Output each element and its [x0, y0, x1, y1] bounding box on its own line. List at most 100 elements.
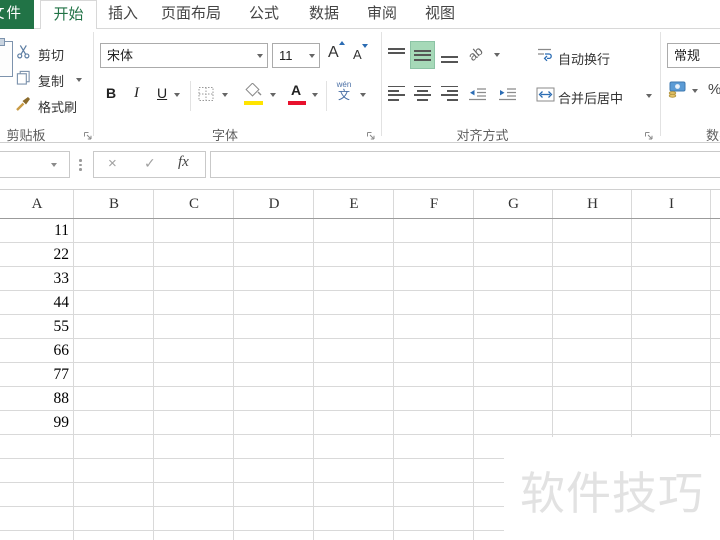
grid-column-line: [473, 190, 474, 540]
table-row[interactable]: 99: [0, 411, 720, 435]
cell-A9[interactable]: 99: [0, 411, 70, 435]
accounting-format-button[interactable]: [667, 81, 686, 103]
col-header-I[interactable]: I: [632, 190, 711, 218]
table-row[interactable]: 77: [0, 363, 720, 387]
number-format-value: 常规: [674, 48, 701, 63]
fill-color-button[interactable]: [244, 82, 264, 105]
phonetic-guide-button[interactable]: wén 文: [334, 81, 354, 102]
phonetic-caret[interactable]: [360, 93, 366, 97]
underline-button[interactable]: U: [157, 85, 167, 101]
italic-button[interactable]: I: [134, 85, 139, 102]
table-row[interactable]: 33: [0, 267, 720, 291]
font-size-combobox[interactable]: 11: [272, 43, 320, 68]
tab-page-layout[interactable]: 页面布局: [152, 0, 230, 28]
alignment-dialog-launcher-icon[interactable]: [644, 128, 654, 140]
align-top-button[interactable]: [384, 41, 409, 69]
watermark-text: 软件技巧: [519, 467, 704, 519]
grid-column-line: [313, 190, 314, 540]
align-bottom-button[interactable]: [437, 41, 462, 69]
tab-home[interactable]: 开始: [40, 0, 97, 29]
excel-window: 文件 开始 插入 页面布局 公式 数据 审阅 视图 剪切 复制 格式刷 剪贴板: [0, 0, 720, 540]
cell-A5[interactable]: 55: [0, 315, 70, 339]
borders-icon[interactable]: [198, 86, 215, 108]
underline-caret[interactable]: [174, 93, 180, 97]
cell-A2[interactable]: 22: [0, 243, 70, 267]
tab-view[interactable]: 视图: [416, 0, 464, 28]
formula-bar-resize-handle[interactable]: [79, 157, 82, 173]
tab-review[interactable]: 审阅: [358, 0, 406, 28]
bold-button[interactable]: B: [106, 85, 116, 101]
paste-button-partial[interactable]: [0, 41, 13, 77]
font-color-button[interactable]: A: [288, 82, 306, 105]
table-row[interactable]: 88: [0, 387, 720, 411]
enter-icon[interactable]: ✓: [144, 155, 156, 172]
cancel-icon[interactable]: ×: [108, 155, 117, 172]
table-row[interactable]: 44: [0, 291, 720, 315]
cell-A3[interactable]: 33: [0, 267, 70, 291]
align-center-button[interactable]: [410, 79, 435, 107]
orientation-caret[interactable]: [494, 53, 500, 57]
col-header-A[interactable]: A: [0, 190, 74, 218]
col-header-E[interactable]: E: [314, 190, 394, 218]
decrease-indent-button[interactable]: [468, 87, 487, 107]
align-left-button[interactable]: [384, 79, 409, 107]
name-box-caret[interactable]: [51, 163, 57, 167]
fill-color-caret[interactable]: [270, 93, 276, 97]
col-header-B[interactable]: B: [74, 190, 154, 218]
font-group-label: 字体: [211, 128, 238, 143]
font-size-value: 11: [279, 48, 293, 63]
merge-center-button[interactable]: 合并后居中: [558, 88, 623, 107]
tab-data[interactable]: 数据: [300, 0, 348, 28]
font-dialog-launcher-icon[interactable]: [366, 128, 376, 140]
cell-A4[interactable]: 44: [0, 291, 70, 315]
insert-function-icon[interactable]: fx: [178, 154, 189, 171]
copy-dropdown-caret[interactable]: [76, 78, 82, 82]
col-header-F[interactable]: F: [394, 190, 474, 218]
wrap-text-button[interactable]: 自动换行: [558, 49, 610, 68]
percent-style-button[interactable]: %: [708, 81, 720, 98]
copy-button[interactable]: 复制: [38, 71, 64, 90]
number-group-label: 数字: [706, 128, 720, 143]
font-name-caret[interactable]: [257, 54, 263, 58]
clipboard-dialog-launcher-icon[interactable]: [83, 128, 93, 140]
cell-A6[interactable]: 66: [0, 339, 70, 363]
alignment-group-label: 对齐方式: [456, 128, 509, 143]
accounting-caret[interactable]: [692, 89, 698, 93]
cell-A7[interactable]: 77: [0, 363, 70, 387]
font-name-combobox[interactable]: 宋体: [100, 43, 268, 68]
align-right-button[interactable]: [437, 79, 462, 107]
col-header-D[interactable]: D: [234, 190, 314, 218]
table-row[interactable]: 22: [0, 243, 720, 267]
font-color-caret[interactable]: [312, 93, 318, 97]
cell-A8[interactable]: 88: [0, 387, 70, 411]
align-middle-button[interactable]: [410, 41, 435, 69]
tab-file[interactable]: 文件: [0, 0, 34, 29]
watermark: 软件技巧: [504, 437, 720, 540]
grid-column-line: [233, 190, 234, 540]
number-format-combobox[interactable]: 常规: [667, 43, 720, 68]
table-row[interactable]: 66: [0, 339, 720, 363]
font-color-swatch: [288, 101, 306, 105]
col-header-C[interactable]: C: [154, 190, 234, 218]
group-separator: [381, 32, 382, 136]
shrink-font-button[interactable]: A: [353, 44, 368, 62]
cut-button[interactable]: 剪切: [38, 45, 64, 64]
merge-center-caret[interactable]: [646, 94, 652, 98]
col-header-H[interactable]: H: [553, 190, 632, 218]
name-box[interactable]: [0, 151, 70, 178]
tab-formulas[interactable]: 公式: [240, 0, 288, 28]
grow-font-button[interactable]: A: [328, 41, 345, 62]
cell-A1[interactable]: 11: [0, 219, 69, 243]
increase-indent-button[interactable]: [498, 87, 517, 107]
group-separator: [660, 32, 661, 136]
tab-insert[interactable]: 插入: [101, 0, 145, 28]
table-row[interactable]: 11: [0, 219, 720, 243]
formula-input[interactable]: [210, 151, 720, 178]
orientation-button[interactable]: ab: [465, 43, 486, 64]
separator: [190, 81, 191, 111]
font-size-caret[interactable]: [309, 54, 315, 58]
format-painter-button[interactable]: 格式刷: [38, 97, 77, 116]
col-header-G[interactable]: G: [474, 190, 553, 218]
borders-caret[interactable]: [222, 93, 228, 97]
table-row[interactable]: 55: [0, 315, 720, 339]
